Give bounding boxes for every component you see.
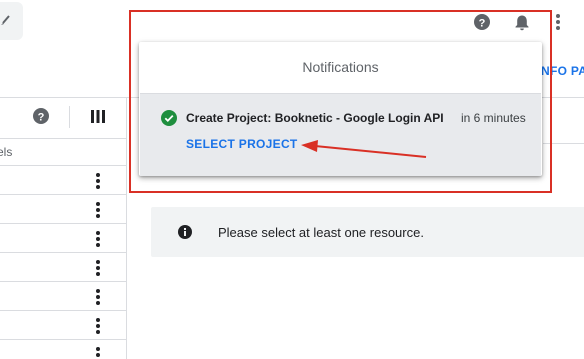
- annotation-arrow: [301, 140, 427, 158]
